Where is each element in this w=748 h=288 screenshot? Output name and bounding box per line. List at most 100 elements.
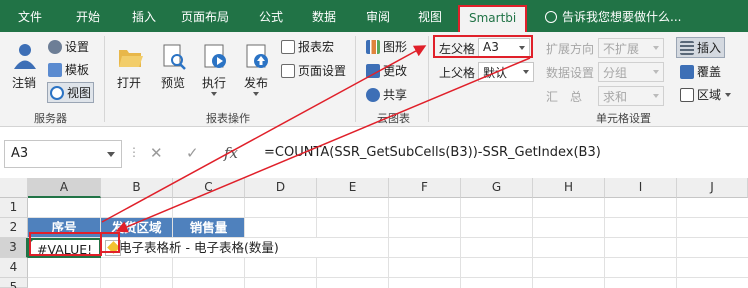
preview-button[interactable]: 预览 — [159, 40, 189, 96]
area-button[interactable]: 区域 — [680, 86, 732, 103]
up-parent-label: 上父格 — [439, 66, 476, 80]
chevron-down-icon — [653, 70, 659, 74]
report-macro-icon — [281, 40, 295, 54]
gear-icon — [48, 40, 62, 54]
warning-icon — [107, 241, 120, 254]
row-header-1[interactable]: 1 — [0, 198, 28, 218]
lightbulb-icon — [545, 11, 557, 23]
overwrite-button[interactable]: 覆盖 — [680, 63, 721, 80]
formula-input[interactable]: =COUNTA(SSR_GetSubCells(B3))-SSR_GetInde… — [264, 145, 601, 160]
summary-dropdown[interactable]: 求和 — [598, 86, 664, 106]
bar-chart-icon — [366, 40, 380, 54]
spreadsheet-grid: A B C D E F G H I J 1 2 3 4 5 序号 发货区域 销售… — [0, 178, 748, 288]
group-divider — [104, 36, 105, 122]
tab-review[interactable]: 审阅 — [366, 8, 390, 25]
cell-c2[interactable]: 销售量 — [173, 218, 245, 238]
error-check-button[interactable] — [105, 240, 121, 256]
group-divider — [428, 36, 429, 122]
up-parent-dropdown[interactable]: 默认 — [478, 62, 534, 82]
execute-button[interactable]: 执行 — [200, 40, 230, 104]
share-button[interactable]: 共享 — [366, 86, 407, 103]
cell-b3[interactable]: 电子表格析 - 电子表格(数量) — [101, 238, 321, 258]
group-label-report-ops: 报表操作 — [206, 112, 250, 125]
left-parent-dropdown[interactable]: A3 — [478, 38, 530, 58]
chevron-down-icon — [653, 94, 659, 98]
cell-a3[interactable]: #VALUE! — [28, 238, 101, 258]
change-button[interactable]: 更改 — [366, 62, 407, 79]
settings-button[interactable]: 设置 — [48, 38, 89, 55]
chevron-down-icon — [253, 92, 259, 96]
row-header-2[interactable]: 2 — [0, 218, 28, 238]
confirm-icon[interactable]: ✓ — [186, 144, 199, 162]
error-triangle-icon — [29, 239, 34, 244]
chevron-down-icon — [211, 92, 217, 96]
name-box[interactable]: A3 — [4, 140, 122, 168]
gridline — [460, 198, 461, 288]
fx-icon[interactable]: fx — [224, 144, 238, 162]
cell-b2[interactable]: 发货区域 — [101, 218, 173, 238]
preview-icon — [163, 44, 186, 70]
column-header-a[interactable]: A — [28, 178, 101, 198]
column-header-j[interactable]: J — [677, 178, 748, 198]
more-dots-icon: ⋮ — [128, 145, 140, 159]
page-setup-button[interactable]: 页面设置 — [281, 62, 346, 79]
tab-smartbi[interactable]: Smartbi — [458, 5, 528, 32]
tab-formulas[interactable]: 公式 — [259, 8, 283, 25]
data-settings-dropdown[interactable]: 分组 — [598, 62, 664, 82]
graphic-button[interactable]: 图形 — [366, 38, 407, 55]
cell-a2[interactable]: 序号 — [28, 218, 101, 238]
expand-direction-dropdown[interactable]: 不扩展 — [598, 38, 664, 58]
tab-home[interactable]: 开始 — [76, 8, 100, 25]
column-header-g[interactable]: G — [461, 178, 533, 198]
column-header-c[interactable]: C — [173, 178, 245, 198]
tab-page-layout[interactable]: 页面布局 — [181, 8, 229, 25]
gridline — [676, 198, 677, 288]
group-label-cell-settings: 单元格设置 — [596, 112, 651, 125]
chevron-down-icon — [523, 70, 529, 74]
summary-label: 汇 总 — [546, 90, 583, 104]
tell-me-search[interactable]: 告诉我您想要做什么... — [545, 8, 681, 25]
group-label-cloud: 云图表 — [377, 112, 410, 125]
chevron-down-icon — [519, 46, 525, 50]
select-all-corner[interactable] — [0, 178, 28, 198]
chevron-down-icon — [107, 152, 115, 157]
column-header-b[interactable]: B — [101, 178, 173, 198]
row-header-3[interactable]: 3 — [0, 238, 28, 258]
template-icon — [48, 63, 62, 77]
tell-me-text: 告诉我您想要做什么... — [562, 10, 682, 24]
overwrite-icon — [680, 65, 694, 79]
column-header-d[interactable]: D — [245, 178, 317, 198]
tab-insert[interactable]: 插入 — [132, 8, 156, 25]
chevron-down-icon — [725, 93, 732, 97]
cancel-icon[interactable]: ✕ — [150, 144, 163, 162]
gridline — [388, 198, 389, 288]
chevron-down-icon — [653, 46, 659, 50]
report-macro-button[interactable]: 报表宏 — [281, 38, 334, 55]
row-header-5[interactable]: 5 — [0, 278, 28, 288]
insert-button[interactable]: 插入 — [676, 37, 726, 58]
execute-icon — [204, 44, 226, 68]
eye-icon — [50, 86, 64, 100]
left-parent-label: 左父格 — [439, 42, 476, 56]
row-header-4[interactable]: 4 — [0, 258, 28, 278]
area-icon — [680, 88, 694, 102]
group-divider — [355, 36, 356, 122]
expand-direction-label: 扩展方向 — [546, 42, 595, 56]
insert-rows-icon — [680, 41, 694, 55]
column-header-i[interactable]: I — [605, 178, 677, 198]
column-header-f[interactable]: F — [389, 178, 461, 198]
logout-button[interactable]: 注销 — [10, 40, 40, 96]
folder-open-icon — [119, 50, 143, 67]
column-header-e[interactable]: E — [317, 178, 389, 198]
publish-button[interactable]: 发布 — [242, 40, 272, 104]
column-header-h[interactable]: H — [533, 178, 605, 198]
tab-file[interactable]: 文件 — [18, 8, 42, 25]
tab-view[interactable]: 视图 — [418, 8, 442, 25]
user-icon — [14, 44, 36, 69]
template-button[interactable]: 模板 — [48, 61, 89, 78]
publish-icon — [246, 44, 268, 68]
tab-data[interactable]: 数据 — [312, 8, 336, 25]
change-chart-icon — [366, 64, 380, 78]
view-button[interactable]: 视图 — [47, 82, 95, 103]
open-button[interactable]: 打开 — [115, 40, 145, 96]
